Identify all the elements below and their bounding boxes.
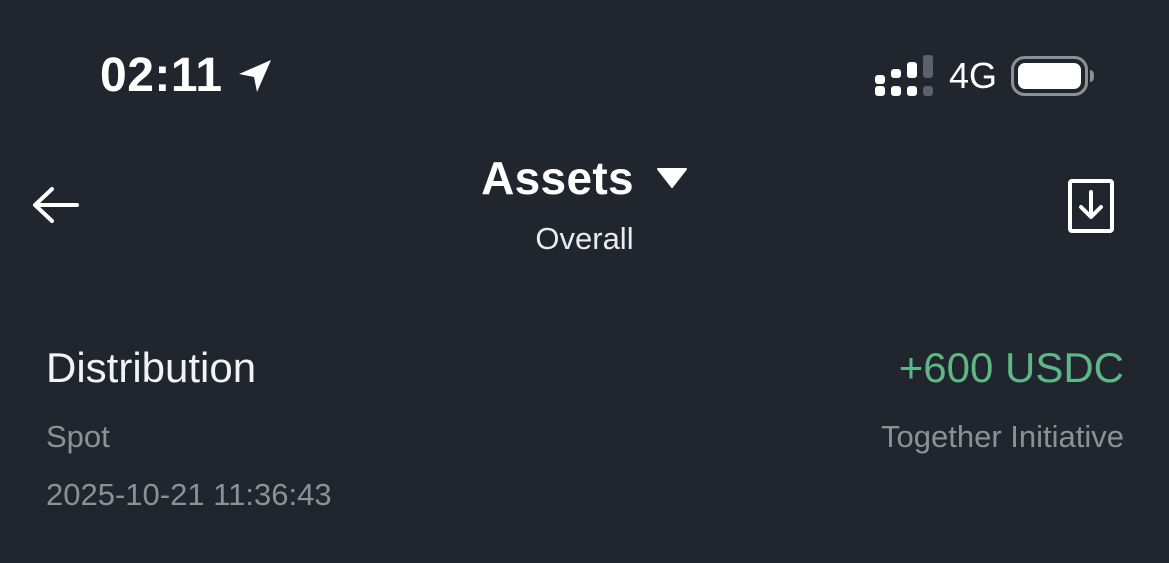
status-bar: 02:11 4G [0,0,1169,130]
record-type: Distribution [46,344,257,391]
download-button[interactable] [1067,178,1115,234]
page-header: Assets Overall [0,140,1169,280]
status-right: 4G [874,54,1095,98]
transaction-record[interactable]: Distribution +600 USDC Spot Together Ini… [46,336,1124,526]
assets-dropdown[interactable]: Assets [481,150,688,206]
dropdown-triangle-icon [656,167,688,189]
record-timestamp: 2025-10-21 11:36:43 [46,477,332,512]
battery-icon [1011,55,1095,97]
record-source: Together Initiative [881,419,1124,454]
page-subtitle: Overall [535,221,634,256]
time-group: 02:11 [100,48,275,104]
status-time: 02:11 [100,49,223,102]
network-type: 4G [948,55,997,96]
page-title: Assets [481,152,634,204]
location-arrow-icon [235,56,275,96]
record-amount: +600 USDC [898,344,1124,391]
signal-icon [874,55,935,97]
record-account: Spot [46,419,110,454]
title-block: Assets Overall [0,150,1169,258]
download-icon [1067,178,1115,234]
